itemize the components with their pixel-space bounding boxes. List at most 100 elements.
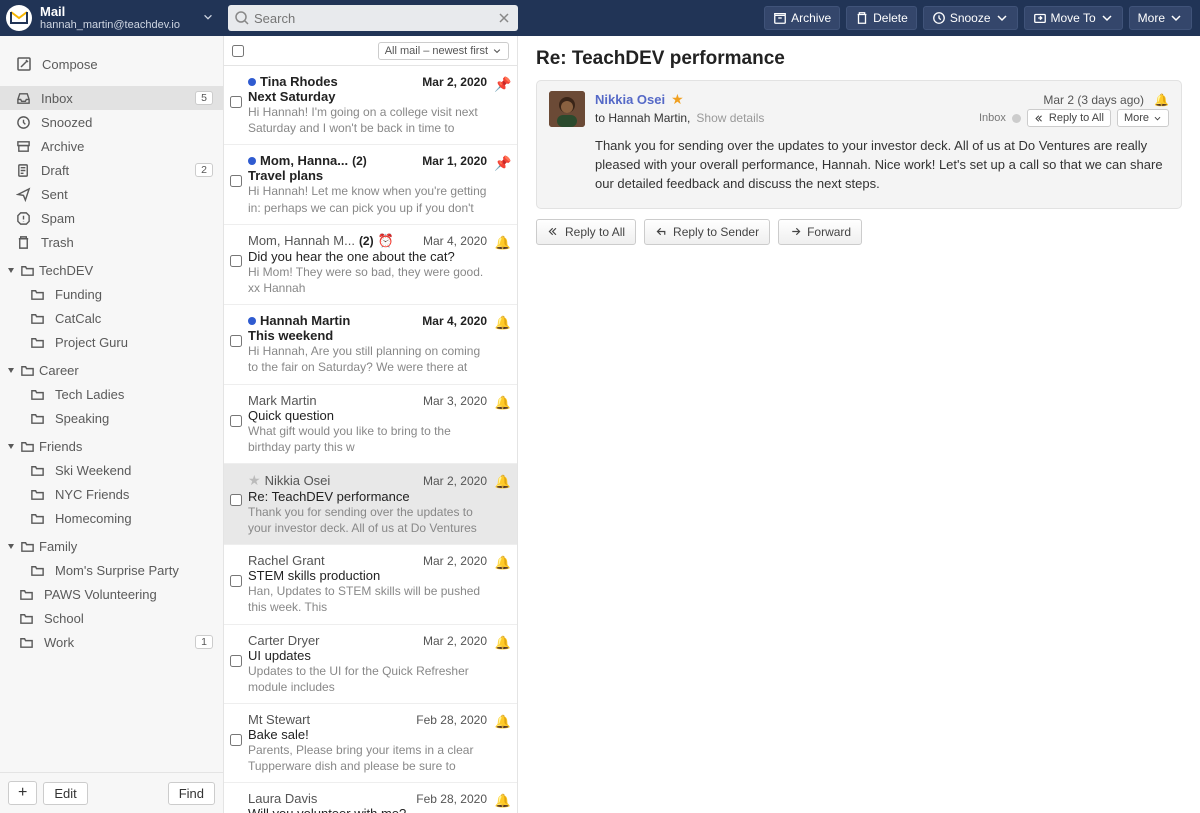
- snoozed-icon: [16, 115, 31, 130]
- search-box[interactable]: [228, 5, 518, 31]
- message-row[interactable]: Mom, Hanna... (2) Mar 1, 2020 Travel pla…: [224, 145, 517, 224]
- reply-all-button[interactable]: Reply to All: [536, 219, 636, 245]
- account-switcher[interactable]: [198, 9, 218, 28]
- clear-search-icon[interactable]: [496, 10, 512, 26]
- group-label: Friends: [39, 439, 82, 454]
- compose-button[interactable]: Compose: [0, 50, 223, 78]
- message-row[interactable]: Hannah Martin Mar 4, 2020 This weekend H…: [224, 305, 517, 384]
- subfolder-label: Mom's Surprise Party: [55, 563, 179, 578]
- select-message-checkbox[interactable]: [230, 96, 242, 108]
- message-row[interactable]: Tina Rhodes Mar 2, 2020 Next Saturday Hi…: [224, 66, 517, 145]
- pin-icon[interactable]: 📌: [494, 155, 511, 172]
- notify-icon[interactable]: 🔔: [495, 474, 511, 490]
- subfolder-ski-weekend[interactable]: Ski Weekend: [0, 458, 223, 482]
- select-message-checkbox[interactable]: [230, 575, 242, 587]
- from-name[interactable]: Nikkia Osei: [595, 92, 665, 107]
- folder-spam[interactable]: Spam: [0, 206, 223, 230]
- timestamp: Mar 2 (3 days ago): [1043, 93, 1144, 107]
- date: Mar 1, 2020: [422, 154, 487, 168]
- folder-paws-volunteering[interactable]: PAWS Volunteering: [0, 582, 223, 606]
- folder-label: School: [44, 611, 213, 626]
- folder-sent[interactable]: Sent: [0, 182, 223, 206]
- notify-icon[interactable]: 🔔: [495, 635, 511, 651]
- subject: Travel plans: [248, 168, 487, 183]
- subfolder-mom-s-surprise-party[interactable]: Mom's Surprise Party: [0, 558, 223, 582]
- select-message-checkbox[interactable]: [230, 175, 242, 187]
- forward-button[interactable]: Forward: [778, 219, 862, 245]
- folder-label: Work: [44, 635, 185, 650]
- star-icon[interactable]: ★: [248, 472, 261, 489]
- snooze-button[interactable]: Snooze: [923, 6, 1018, 30]
- select-message-checkbox[interactable]: [230, 335, 242, 347]
- date: Mar 2, 2020: [423, 474, 487, 488]
- find-button[interactable]: Find: [168, 782, 215, 805]
- folder-archive[interactable]: Archive: [0, 134, 223, 158]
- compose-icon: [16, 56, 32, 72]
- select-message-checkbox[interactable]: [230, 255, 242, 267]
- folder-icon: [30, 511, 45, 526]
- folder-icon: [30, 411, 45, 426]
- preview: Han, Updates to STEM skills will be push…: [248, 583, 487, 615]
- message-row[interactable]: Carter Dryer Mar 2, 2020 UI updates Upda…: [224, 625, 517, 704]
- group-label: Career: [39, 363, 79, 378]
- pin-icon[interactable]: 📌: [494, 76, 511, 93]
- subfolder-nyc-friends[interactable]: NYC Friends: [0, 482, 223, 506]
- subfolder-label: NYC Friends: [55, 487, 129, 502]
- more-button[interactable]: More: [1129, 6, 1192, 30]
- unread-dot: [248, 317, 256, 325]
- more-mini-button[interactable]: More: [1117, 109, 1169, 127]
- folder-work[interactable]: Work 1: [0, 630, 223, 654]
- message-row[interactable]: ★ Nikkia Osei Mar 2, 2020 Re: TeachDEV p…: [224, 464, 517, 545]
- edit-button[interactable]: Edit: [43, 782, 87, 805]
- folder-group-friends[interactable]: Friends: [0, 434, 223, 458]
- sort-dropdown[interactable]: All mail – newest first: [378, 42, 509, 60]
- select-message-checkbox[interactable]: [230, 494, 242, 506]
- folder-icon: [30, 311, 45, 326]
- subfolder-homecoming[interactable]: Homecoming: [0, 506, 223, 530]
- folder-inbox[interactable]: Inbox 5: [0, 86, 223, 110]
- search-input[interactable]: [250, 7, 496, 30]
- delete-button[interactable]: Delete: [846, 6, 917, 30]
- reply-all-mini-button[interactable]: Reply to All: [1027, 109, 1111, 127]
- folder-group-career[interactable]: Career: [0, 358, 223, 382]
- folder-icon: [20, 363, 35, 378]
- add-account-button[interactable]: +: [8, 781, 37, 805]
- message-row[interactable]: Mt Stewart Feb 28, 2020 Bake sale! Paren…: [224, 704, 517, 783]
- subfolder-project-guru[interactable]: Project Guru: [0, 330, 223, 354]
- subfolder-catcalc[interactable]: CatCalc: [0, 306, 223, 330]
- message-row[interactable]: Mom, Hannah M... (2) ⏰ Mar 4, 2020 Did y…: [224, 225, 517, 305]
- select-message-checkbox[interactable]: [230, 734, 242, 746]
- date: Mar 4, 2020: [422, 314, 487, 328]
- sender: Laura Davis: [248, 791, 317, 806]
- moveto-button[interactable]: Move To: [1024, 6, 1123, 30]
- folder-group-techdev[interactable]: TechDEV: [0, 258, 223, 282]
- reply-sender-button[interactable]: Reply to Sender: [644, 219, 770, 245]
- folder-school[interactable]: School: [0, 606, 223, 630]
- select-all-checkbox[interactable]: [232, 45, 244, 57]
- folder-draft[interactable]: Draft 2: [0, 158, 223, 182]
- folder-icon: [30, 387, 45, 402]
- subfolder-tech-ladies[interactable]: Tech Ladies: [0, 382, 223, 406]
- notify-icon[interactable]: 🔔: [1154, 93, 1169, 107]
- message-row[interactable]: Rachel Grant Mar 2, 2020 STEM skills pro…: [224, 545, 517, 624]
- notify-icon[interactable]: 🔔: [495, 793, 511, 809]
- message-row[interactable]: Laura Davis Feb 28, 2020 Will you volunt…: [224, 783, 517, 813]
- star-icon[interactable]: ★: [671, 91, 684, 108]
- folder-tag[interactable]: Inbox: [979, 112, 1006, 124]
- folder-group-family[interactable]: Family: [0, 534, 223, 558]
- folder-snoozed[interactable]: Snoozed: [0, 110, 223, 134]
- notify-icon[interactable]: 🔔: [495, 395, 511, 411]
- select-message-checkbox[interactable]: [230, 415, 242, 427]
- notify-icon[interactable]: 🔔: [495, 555, 511, 571]
- select-message-checkbox[interactable]: [230, 655, 242, 667]
- notify-icon[interactable]: 🔔: [495, 315, 511, 331]
- subfolder-funding[interactable]: Funding: [0, 282, 223, 306]
- folder-trash[interactable]: Trash: [0, 230, 223, 254]
- notify-icon[interactable]: 🔔: [495, 714, 511, 730]
- show-details[interactable]: Show details: [696, 111, 764, 125]
- message-row[interactable]: Mark Martin Mar 3, 2020 Quick question W…: [224, 385, 517, 464]
- archive-button[interactable]: Archive: [764, 6, 840, 30]
- subfolder-speaking[interactable]: Speaking: [0, 406, 223, 430]
- notify-icon[interactable]: 🔔: [495, 235, 511, 251]
- avatar: [549, 91, 585, 127]
